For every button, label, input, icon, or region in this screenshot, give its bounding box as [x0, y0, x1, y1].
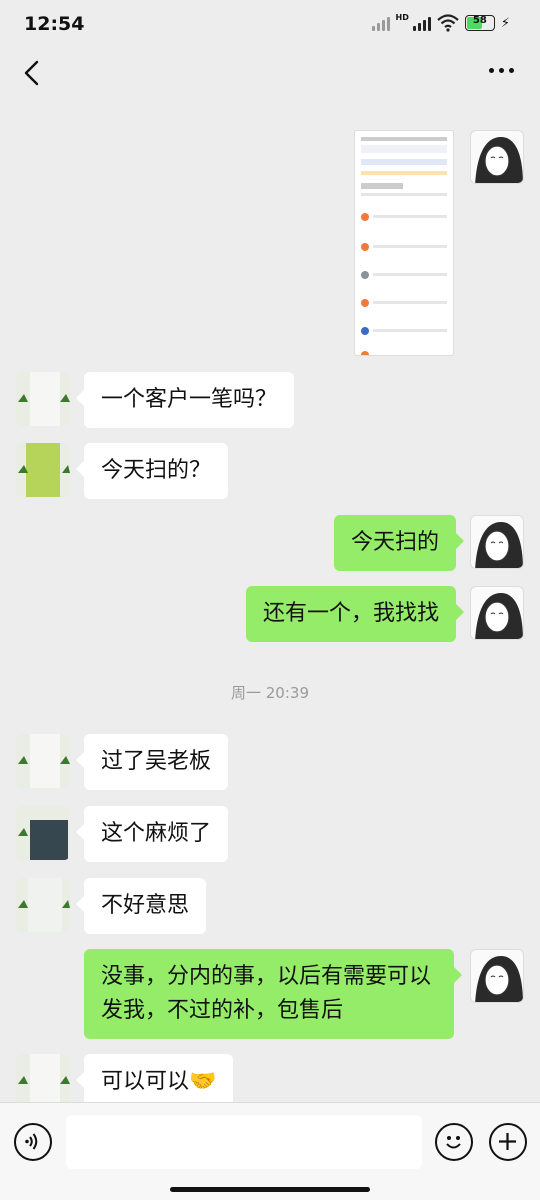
wifi-icon — [437, 14, 459, 32]
avatar-contact[interactable] — [16, 878, 70, 932]
message-bubble-out[interactable]: 没事，分内的事，以后有需要可以 发我，不过的补，包售后 — [84, 949, 462, 1039]
avatar-contact[interactable] — [16, 443, 70, 497]
chat-area[interactable]: 一个客户一笔吗？ 今天扫的？ 今天扫的 还有一个，我找找 周一 20:39 过了… — [0, 106, 540, 1102]
avatar-contact[interactable] — [16, 734, 70, 788]
avatar-self[interactable] — [470, 130, 524, 184]
chevron-left-icon[interactable] — [20, 60, 46, 86]
avatar-contact[interactable] — [16, 806, 70, 860]
chat-timestamp: 周一 20:39 — [231, 684, 309, 702]
signal-icon-sim2 — [412, 15, 431, 31]
message-text-line: 发我，不过的补，包售后 — [101, 998, 344, 1023]
message-text-line: 没事，分内的事，以后有需要可以 — [101, 964, 432, 989]
status-time: 12:54 — [24, 13, 85, 35]
hd-label: HD — [395, 12, 409, 22]
message-bubble-in[interactable]: 一个客户一笔吗？ — [75, 372, 295, 428]
input-bar — [0, 1102, 540, 1200]
message-bubble-out[interactable]: 今天扫的 — [333, 515, 465, 571]
avatar-self[interactable] — [470, 949, 524, 1003]
message-bubble-in[interactable]: 不好意思 — [75, 878, 207, 934]
screenshot-thumbnail[interactable] — [354, 130, 454, 356]
nav-bar — [0, 50, 540, 106]
battery-level: 58 — [472, 15, 487, 26]
status-icons: HD 58 ⚡ — [371, 12, 510, 32]
charging-icon: ⚡ — [500, 15, 510, 31]
message-bubble-in[interactable]: 这个麻烦了 — [75, 806, 229, 862]
message-input[interactable] — [66, 1115, 422, 1169]
voice-icon[interactable] — [14, 1123, 52, 1161]
avatar-self[interactable] — [470, 586, 524, 640]
message-bubble-in[interactable]: 过了吴老板 — [75, 734, 229, 790]
message-bubble-in[interactable]: 今天扫的？ — [75, 443, 229, 499]
message-bubble-in[interactable]: 可以可以🤝 — [75, 1054, 234, 1102]
more-horizontal-icon[interactable] — [489, 68, 514, 73]
status-bar: 12:54 HD 58 ⚡ — [0, 0, 540, 50]
message-bubble-out[interactable]: 还有一个，我找找 — [245, 586, 465, 642]
avatar-self[interactable] — [470, 515, 524, 569]
home-indicator[interactable] — [170, 1187, 370, 1192]
emoji-icon[interactable] — [435, 1123, 473, 1161]
plus-icon[interactable] — [489, 1123, 527, 1161]
avatar-contact[interactable] — [16, 1054, 70, 1102]
signal-icon-sim1 — [371, 15, 390, 31]
avatar-contact[interactable] — [16, 372, 70, 426]
battery-icon: 58 — [464, 15, 495, 31]
